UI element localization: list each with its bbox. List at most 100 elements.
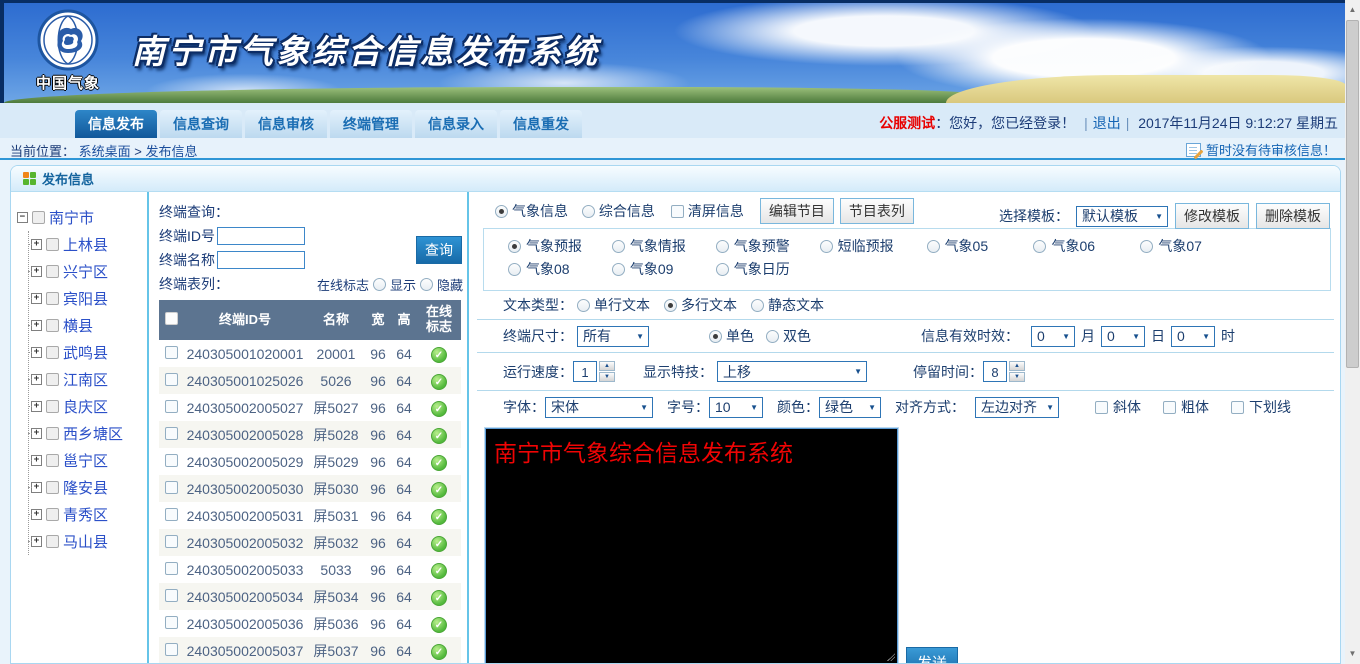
radio-icon[interactable] xyxy=(820,240,833,253)
radio-icon[interactable] xyxy=(927,240,940,253)
radio-icon[interactable] xyxy=(612,240,625,253)
clear-screen-checkbox[interactable] xyxy=(671,205,684,218)
tree-item[interactable]: + 江南区 xyxy=(29,366,147,393)
radio-icon[interactable] xyxy=(751,299,764,312)
style-check-option[interactable]: 下划线 xyxy=(1231,397,1291,417)
row-checkbox[interactable] xyxy=(165,562,178,575)
expand-icon[interactable]: + xyxy=(31,401,42,412)
tree-item-checkbox[interactable] xyxy=(46,346,59,359)
radio-icon[interactable] xyxy=(508,240,521,253)
edit-program-button[interactable]: 编辑节目 xyxy=(760,198,834,224)
tree-item-checkbox[interactable] xyxy=(46,265,59,278)
stay-time-value[interactable]: 8 xyxy=(983,361,1007,382)
tree-item[interactable]: + 隆安县 xyxy=(29,474,147,501)
terminal-id-input[interactable] xyxy=(217,227,305,245)
radio-icon[interactable] xyxy=(577,299,590,312)
nav-tab[interactable]: 信息审核 xyxy=(245,110,327,138)
radio-icon[interactable] xyxy=(495,205,508,218)
row-checkbox[interactable] xyxy=(165,643,178,656)
expand-icon[interactable]: + xyxy=(31,239,42,250)
tree-item-label[interactable]: 武鸣县 xyxy=(63,342,108,363)
category-option[interactable]: 短临预报 xyxy=(820,236,923,256)
tree-item-checkbox[interactable] xyxy=(46,400,59,413)
spin-up-icon[interactable]: ▲ xyxy=(1009,361,1025,371)
search-button[interactable]: 查询 xyxy=(416,236,462,264)
tree-item[interactable]: + 上林县 xyxy=(29,231,147,258)
modify-template-button[interactable]: 修改模板 xyxy=(1175,203,1249,229)
font-size-select[interactable]: 10 ▼ xyxy=(709,397,763,418)
category-option[interactable]: 气象09 xyxy=(612,259,712,279)
radio-icon[interactable] xyxy=(582,205,595,218)
row-checkbox[interactable] xyxy=(165,481,178,494)
tree-item-checkbox[interactable] xyxy=(46,454,59,467)
radio-icon[interactable] xyxy=(709,330,722,343)
expand-icon[interactable]: + xyxy=(31,536,42,547)
spin-up-icon[interactable]: ▲ xyxy=(599,361,615,371)
row-checkbox[interactable] xyxy=(165,616,178,629)
nav-tab[interactable]: 信息重发 xyxy=(500,110,582,138)
tree-item[interactable]: + 良庆区 xyxy=(29,393,147,420)
text-type-option[interactable]: 静态文本 xyxy=(751,295,824,315)
tree-item-label[interactable]: 青秀区 xyxy=(63,504,108,525)
color-mode-option[interactable]: 单色 xyxy=(709,326,754,346)
tree-item-checkbox[interactable] xyxy=(46,319,59,332)
style-check-option[interactable]: 斜体 xyxy=(1095,397,1141,417)
logout-link[interactable]: 退出 xyxy=(1093,115,1121,131)
delete-template-button[interactable]: 删除模板 xyxy=(1256,203,1330,229)
tree-item-label[interactable]: 宾阳县 xyxy=(63,288,108,309)
row-checkbox[interactable] xyxy=(165,427,178,440)
expand-icon[interactable]: + xyxy=(31,293,42,304)
tree-item[interactable]: + 邕宁区 xyxy=(29,447,147,474)
row-checkbox[interactable] xyxy=(165,589,178,602)
tree-item-label[interactable]: 上林县 xyxy=(63,234,108,255)
hide-flag-radio[interactable] xyxy=(420,278,433,291)
table-row[interactable]: 240305002005028 屏5028 96 64 ✓ xyxy=(159,421,461,448)
tree-item-label[interactable]: 兴宁区 xyxy=(63,261,108,282)
tree-item-checkbox[interactable] xyxy=(46,481,59,494)
table-row[interactable]: 240305002005032 屏5032 96 64 ✓ xyxy=(159,529,461,556)
table-row[interactable]: 240305002005029 屏5029 96 64 ✓ xyxy=(159,448,461,475)
style-checkbox[interactable] xyxy=(1231,401,1244,414)
table-row[interactable]: 240305002005031 屏5031 96 64 ✓ xyxy=(159,502,461,529)
nav-tab[interactable]: 终端管理 xyxy=(330,110,412,138)
tree-item-checkbox[interactable] xyxy=(46,373,59,386)
scroll-down-icon[interactable]: ▼ xyxy=(1345,646,1360,662)
color-mode-option[interactable]: 双色 xyxy=(766,326,811,346)
radio-icon[interactable] xyxy=(508,263,521,276)
row-checkbox[interactable] xyxy=(165,400,178,413)
program-list-button[interactable]: 节目表列 xyxy=(840,198,914,224)
tree-item-label[interactable]: 马山县 xyxy=(63,531,108,552)
tree-item[interactable]: + 西乡塘区 xyxy=(29,420,147,447)
tree-item-label[interactable]: 西乡塘区 xyxy=(63,423,123,444)
spin-down-icon[interactable]: ▼ xyxy=(599,372,615,382)
row-checkbox[interactable] xyxy=(165,454,178,467)
category-option[interactable]: 气象08 xyxy=(508,259,608,279)
table-row[interactable]: 240305002005037 屏5037 96 64 ✓ xyxy=(159,637,461,664)
tree-item[interactable]: + 宾阳县 xyxy=(29,285,147,312)
radio-icon[interactable] xyxy=(1033,240,1046,253)
scrollbar-thumb[interactable] xyxy=(1346,20,1359,368)
tree-item-label[interactable]: 隆安县 xyxy=(63,477,108,498)
table-row[interactable]: 240305002005036 屏5036 96 64 ✓ xyxy=(159,610,461,637)
align-select[interactable]: 左边对齐 ▼ xyxy=(975,397,1059,418)
spin-down-icon[interactable]: ▼ xyxy=(1009,372,1025,382)
vertical-scrollbar[interactable]: ▲ ▼ xyxy=(1345,0,1360,664)
category-option[interactable]: 气象情报 xyxy=(612,236,712,256)
radio-icon[interactable] xyxy=(716,240,729,253)
validity-day-select[interactable]: 0 ▼ xyxy=(1101,326,1145,347)
info-type-option[interactable]: 气象信息 xyxy=(495,201,568,221)
table-row[interactable]: 240305001025026 5026 96 64 ✓ xyxy=(159,367,461,394)
tree-item-label[interactable]: 邕宁区 xyxy=(63,450,108,471)
row-checkbox[interactable] xyxy=(165,346,178,359)
tree-item-checkbox[interactable] xyxy=(46,508,59,521)
clear-screen-option[interactable]: 清屏信息 xyxy=(671,201,744,221)
row-checkbox[interactable] xyxy=(165,535,178,548)
style-checkbox[interactable] xyxy=(1095,401,1108,414)
expand-icon[interactable]: + xyxy=(31,266,42,277)
nav-tab[interactable]: 信息发布 xyxy=(75,110,157,138)
table-row[interactable]: 240305002005033 5033 96 64 ✓ xyxy=(159,556,461,583)
tree-item[interactable]: + 横县 xyxy=(29,312,147,339)
tree-item[interactable]: + 武鸣县 xyxy=(29,339,147,366)
category-option[interactable]: 气象预警 xyxy=(716,236,816,256)
category-option[interactable]: 气象日历 xyxy=(716,259,816,279)
